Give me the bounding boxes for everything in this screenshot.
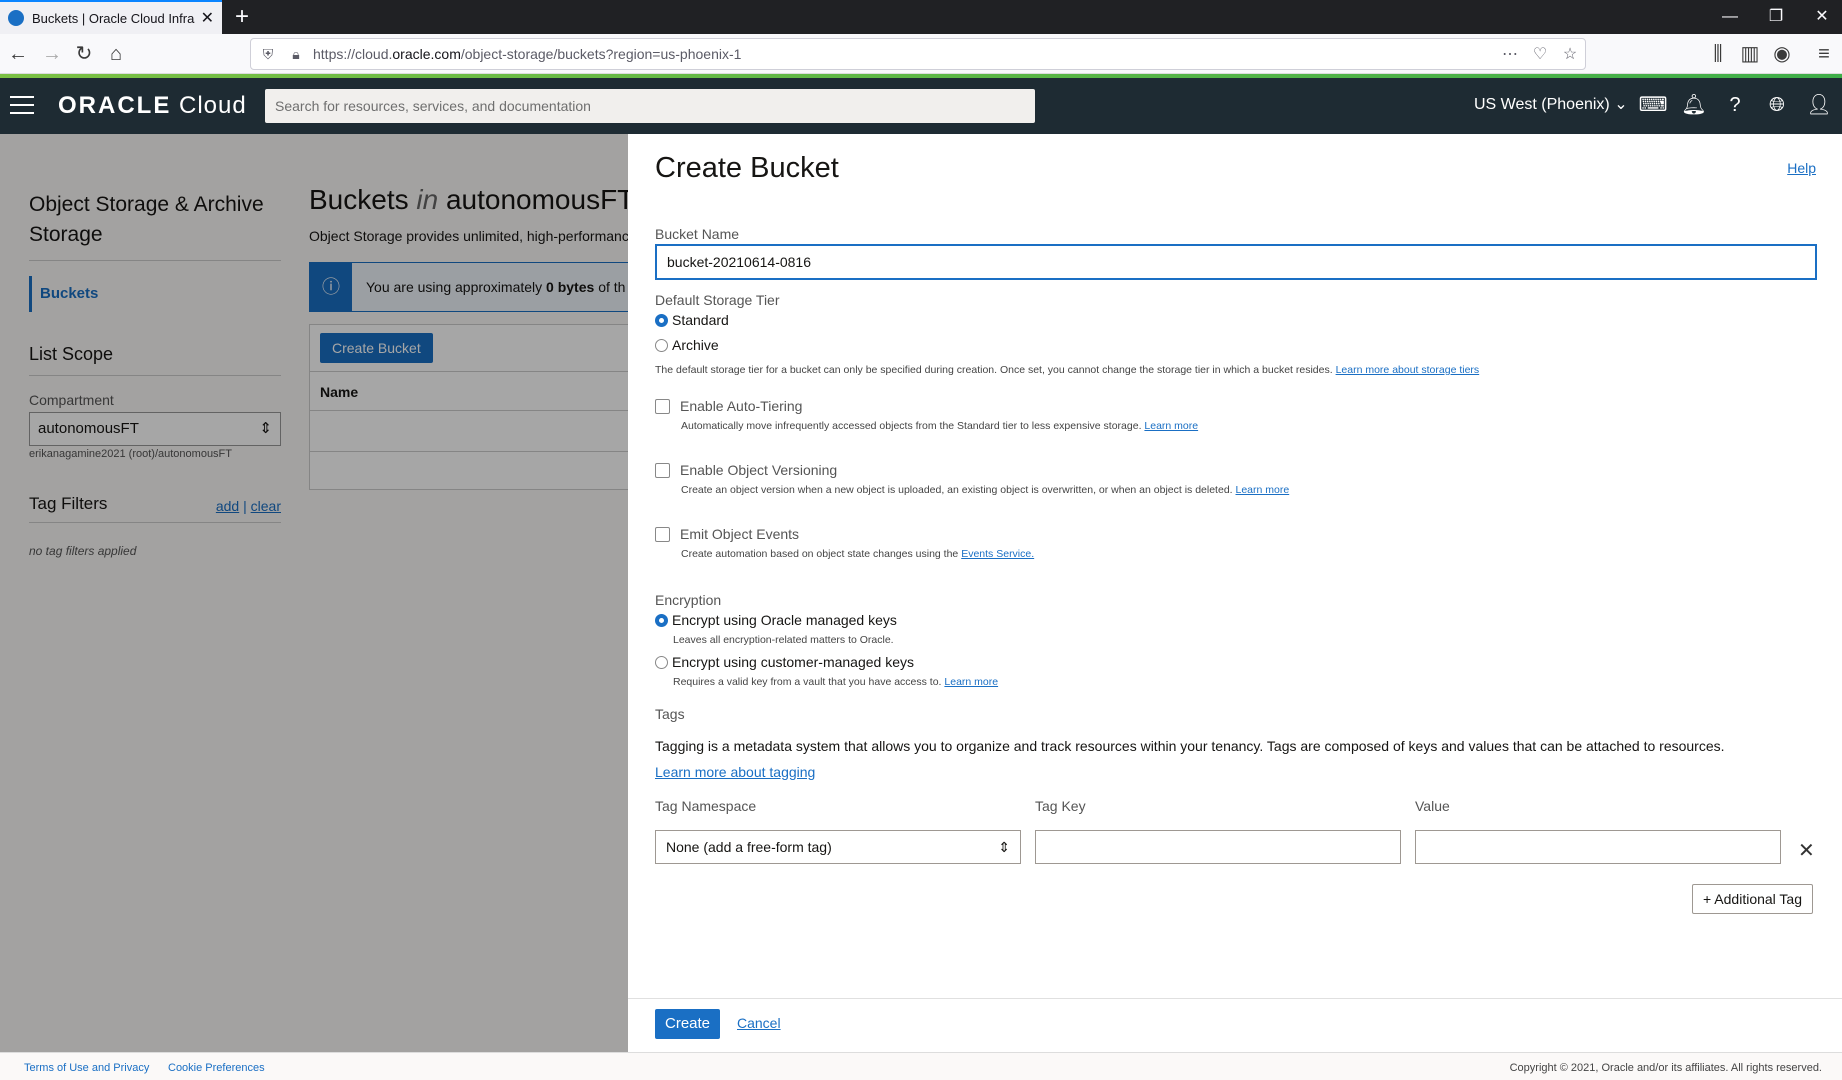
bell-icon[interactable]: 🔔︎: [1679, 90, 1709, 120]
url-text[interactable]: https://cloud.oracle.com/object-storage/…: [313, 46, 1495, 62]
tag-namespace-select[interactable]: None (add a free-form tag) ⇕: [655, 830, 1021, 864]
chevron-updown-icon: ⇕: [998, 839, 1010, 855]
pocket-icon[interactable]: ♡: [1525, 44, 1555, 64]
events-help: Create automation based on object state …: [681, 548, 1035, 560]
browser-tab[interactable]: Buckets | Oracle Cloud Infrastru ✕: [0, 0, 222, 34]
oracle-header: ORACLE Cloud Search for resources, servi…: [0, 78, 1842, 134]
address-bar[interactable]: ⛨ 🔒︎ https://cloud.oracle.com/object-sto…: [250, 38, 1586, 70]
page-footer: Terms of Use and Privacy Cookie Preferen…: [0, 1052, 1842, 1080]
tagging-learn-more-link[interactable]: Learn more about tagging: [655, 764, 815, 780]
region-selector[interactable]: US West (Phoenix) ⌄: [1474, 94, 1628, 114]
encrypt-customer-radio[interactable]: Encrypt using customer-managed keys: [655, 654, 914, 670]
help-link[interactable]: Help: [1787, 160, 1816, 176]
shield-icon[interactable]: ⛨: [257, 43, 279, 65]
oracle-favicon-icon: [8, 10, 24, 26]
encrypt-customer-help: Requires a valid key from a vault that y…: [673, 676, 999, 688]
create-bucket-panel: Create Bucket Help Bucket Name bucket-20…: [628, 134, 1842, 1052]
auto-tiering-help: Automatically move infrequently accessed…: [681, 420, 1199, 432]
auto-tiering-learn-more[interactable]: Learn more: [1144, 420, 1198, 432]
create-button[interactable]: Create: [655, 1009, 721, 1039]
object-versioning-checkbox[interactable]: Enable Object Versioning: [655, 462, 837, 478]
tier-standard-radio[interactable]: Standard: [655, 312, 729, 328]
tier-archive-radio[interactable]: Archive: [655, 337, 719, 353]
cloud-shell-icon[interactable]: ⌨: [1638, 90, 1668, 120]
storage-tier-label: Default Storage Tier: [655, 292, 780, 308]
account-icon[interactable]: ◉: [1768, 40, 1796, 68]
forward-arrow-icon[interactable]: →: [38, 40, 66, 68]
tags-label: Tags: [655, 706, 685, 722]
versioning-learn-more[interactable]: Learn more: [1236, 484, 1290, 496]
search-input[interactable]: Search for resources, services, and docu…: [265, 89, 1035, 123]
tags-description: Tagging is a metadata system that allows…: [655, 738, 1725, 754]
sidebar-icon[interactable]: ▥: [1736, 40, 1764, 68]
globe-icon[interactable]: 🌐︎: [1762, 90, 1792, 120]
encrypt-learn-more[interactable]: Learn more: [944, 676, 998, 688]
library-icon[interactable]: ⫼: [1704, 40, 1732, 68]
reload-icon[interactable]: ↻: [70, 40, 98, 68]
events-service-link[interactable]: Events Service.: [961, 548, 1034, 560]
tab-title: Buckets | Oracle Cloud Infrastru: [32, 10, 195, 26]
lock-icon[interactable]: 🔒︎: [285, 43, 307, 65]
encrypt-oracle-help: Leaves all encryption-related matters to…: [673, 634, 894, 646]
minimize-icon[interactable]: —: [1706, 0, 1754, 34]
cookie-preferences-link[interactable]: Cookie Preferences: [168, 1062, 265, 1074]
panel-footer: Create Cancel: [628, 998, 1842, 1052]
remove-tag-icon[interactable]: ✕: [1798, 838, 1815, 863]
profile-icon[interactable]: 👤︎: [1804, 90, 1834, 120]
bucket-name-input[interactable]: bucket-20210614-0816: [655, 244, 1817, 280]
modal-overlay[interactable]: [0, 134, 628, 1052]
browser-nav-bar: ← → ↻ ⌂ ⛨ 🔒︎ https://cloud.oracle.com/ob…: [0, 34, 1842, 74]
restore-icon[interactable]: ❐: [1752, 0, 1800, 34]
menu-icon[interactable]: ≡: [1810, 40, 1838, 68]
close-tab-icon[interactable]: ✕: [201, 8, 214, 28]
storage-tiers-link[interactable]: Learn more about storage tiers: [1336, 364, 1480, 376]
tag-key-input[interactable]: [1035, 830, 1401, 864]
emit-events-checkbox[interactable]: Emit Object Events: [655, 526, 799, 542]
tag-value-label: Value: [1415, 798, 1450, 814]
bookmark-star-icon[interactable]: ☆: [1555, 44, 1585, 64]
panel-title: Create Bucket: [655, 152, 839, 184]
terms-link[interactable]: Terms of Use and Privacy: [24, 1062, 149, 1074]
home-icon[interactable]: ⌂: [102, 40, 130, 68]
copyright-text: Copyright © 2021, Oracle and/or its affi…: [1509, 1062, 1822, 1074]
back-arrow-icon[interactable]: ←: [4, 40, 32, 68]
more-actions-icon[interactable]: ⋯: [1495, 44, 1525, 64]
oracle-cloud-logo[interactable]: ORACLE Cloud: [58, 92, 247, 120]
additional-tag-button[interactable]: + Additional Tag: [1692, 884, 1813, 914]
versioning-help: Create an object version when a new obje…: [681, 484, 1290, 496]
browser-tab-bar: Buckets | Oracle Cloud Infrastru ✕ + — ❐…: [0, 0, 1842, 34]
help-icon[interactable]: ?: [1720, 90, 1750, 120]
close-window-icon[interactable]: ✕: [1798, 0, 1842, 34]
tag-value-input[interactable]: [1415, 830, 1781, 864]
new-tab-button[interactable]: +: [228, 2, 256, 32]
encrypt-oracle-radio[interactable]: Encrypt using Oracle managed keys: [655, 612, 897, 628]
cancel-link[interactable]: Cancel: [737, 1015, 781, 1031]
bucket-name-label: Bucket Name: [655, 226, 740, 242]
tier-help-text: The default storage tier for a bucket ca…: [655, 364, 1480, 376]
tag-namespace-label: Tag Namespace: [655, 798, 757, 814]
auto-tiering-checkbox[interactable]: Enable Auto-Tiering: [655, 398, 802, 414]
hamburger-menu-icon[interactable]: [10, 96, 34, 116]
tag-key-label: Tag Key: [1035, 798, 1086, 814]
encryption-label: Encryption: [655, 592, 722, 608]
